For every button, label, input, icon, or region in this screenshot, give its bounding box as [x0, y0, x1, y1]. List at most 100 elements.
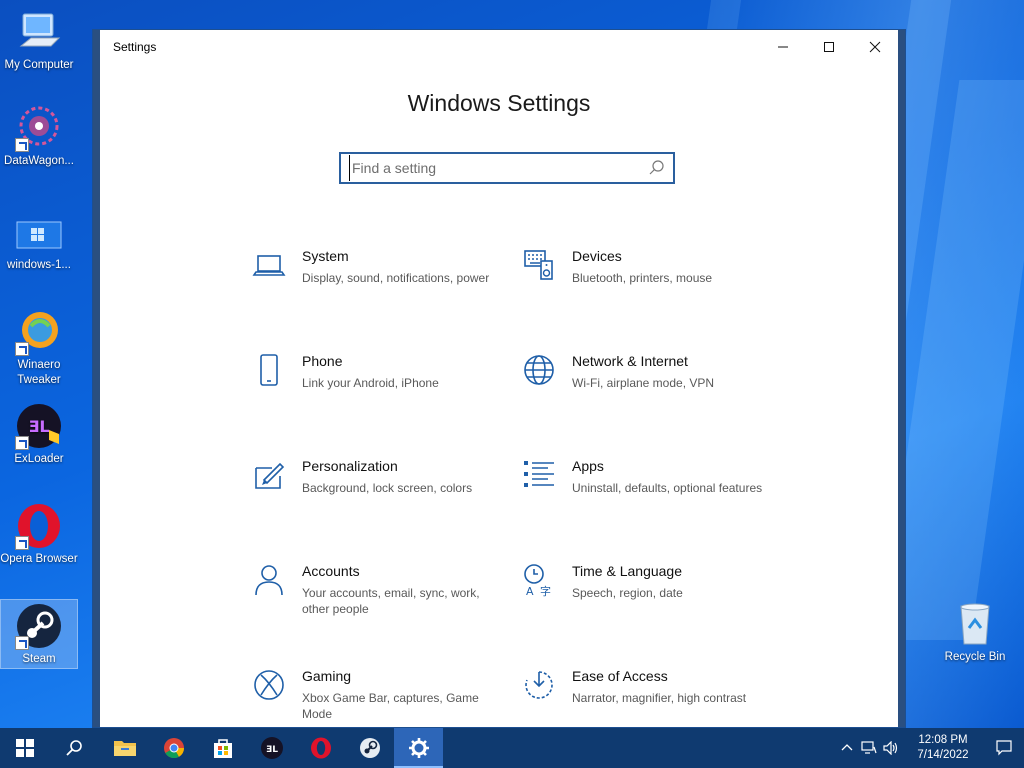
exloader-icon: ƎL — [15, 402, 63, 450]
window-title: Settings — [113, 40, 157, 54]
network-tray-button[interactable] — [858, 728, 880, 768]
start-button[interactable] — [0, 728, 49, 768]
tile-description: Narrator, magnifier, high contrast — [572, 691, 747, 705]
taskbar: ƎL 12:08 PM 7/14/2022 — [0, 728, 1024, 768]
time-language-icon: A 字 — [524, 564, 551, 597]
close-icon — [869, 41, 881, 53]
opera-icon — [15, 502, 63, 550]
steam-icon — [15, 602, 63, 650]
show-hidden-icons-button[interactable] — [836, 728, 858, 768]
desktop-icon-windows[interactable]: windows-1... — [0, 208, 78, 273]
desktop-icon-label: ExLoader — [14, 453, 64, 465]
tile-title: Accounts — [302, 563, 360, 579]
desktop-icon-exloader[interactable]: ƎL ExLoader — [0, 402, 78, 467]
keyboard-speaker-icon — [524, 250, 553, 280]
tile-system[interactable]: System Display, sound, notifications, po… — [252, 248, 502, 328]
maximize-icon — [824, 42, 834, 52]
windows-image-icon — [15, 208, 63, 256]
tile-description: Uninstall, defaults, optional features — [572, 481, 763, 495]
maximize-button[interactable] — [806, 30, 852, 64]
close-button[interactable] — [852, 30, 898, 64]
page-title: Windows Settings — [407, 90, 591, 116]
search-box[interactable] — [339, 152, 675, 184]
volume-tray-button[interactable] — [880, 728, 902, 768]
tile-title: Ease of Access — [572, 668, 668, 684]
svg-text:A: A — [526, 585, 534, 597]
settings-window-body: Settings Windows Settings Find a setting… — [100, 30, 898, 727]
minimize-button[interactable] — [760, 30, 806, 64]
tile-accounts[interactable]: Accounts Your accounts, email, sync, wor… — [252, 563, 502, 643]
person-icon — [255, 565, 283, 596]
tile-title: Phone — [302, 353, 343, 369]
taskbar-file-explorer[interactable] — [100, 728, 149, 768]
svg-text:字: 字 — [540, 584, 551, 597]
svg-text:ƎL: ƎL — [266, 745, 278, 755]
title-bar[interactable]: Settings — [100, 30, 898, 64]
system-tray: 12:08 PM 7/14/2022 — [836, 728, 1024, 768]
search-icon — [65, 740, 82, 756]
action-center-button[interactable] — [984, 728, 1024, 768]
apps-list-icon — [524, 461, 554, 487]
clock-time: 12:08 PM — [918, 734, 968, 746]
shortcut-arrow-icon — [15, 436, 29, 450]
tile-title: System — [302, 248, 349, 264]
datawagon-icon — [15, 104, 63, 152]
tile-title: Gaming — [302, 668, 352, 684]
tile-devices[interactable]: Devices Bluetooth, printers, mouse — [522, 248, 772, 328]
paint-icon — [255, 462, 285, 489]
exloader-icon: ƎL — [260, 737, 283, 759]
tile-personalization[interactable]: Personalization Background, lock screen,… — [252, 458, 502, 538]
ease-of-access-icon — [525, 671, 553, 699]
search-icon — [649, 160, 664, 175]
desktop-icon-datawagon[interactable]: DataWagon... — [0, 104, 78, 169]
tile-title: Time & Language — [572, 563, 682, 579]
search-taskbar-button[interactable] — [49, 728, 98, 768]
clock[interactable]: 12:08 PM 7/14/2022 — [908, 733, 978, 763]
tile-description: Display, sound, notifications, power — [302, 271, 490, 285]
steam-icon — [359, 738, 380, 758]
tile-description: Bluetooth, printers, mouse — [572, 271, 713, 285]
taskbar-store[interactable] — [198, 728, 247, 768]
tile-description: Your accounts, email, sync, work, other … — [302, 586, 480, 616]
tile-time-language[interactable]: A 字 Time & Language Speech, region, date — [522, 563, 772, 643]
settings-window: Settings Windows Settings Find a setting… — [92, 29, 906, 728]
xbox-icon — [254, 670, 284, 700]
speaker-icon — [883, 741, 898, 755]
desktop-icon-opera[interactable]: Opera Browser — [0, 502, 78, 567]
chrome-icon — [163, 738, 184, 759]
clock-date: 7/14/2022 — [917, 749, 969, 761]
desktop-icon-recycle-bin[interactable]: Recycle Bin — [936, 600, 1014, 665]
chevron-up-icon — [841, 744, 853, 751]
shortcut-arrow-icon — [15, 636, 29, 650]
tile-description: Link your Android, iPhone — [302, 376, 439, 390]
network-icon — [861, 741, 877, 754]
tile-description: Wi-Fi, airplane mode, VPN — [572, 376, 715, 390]
winaero-icon — [15, 308, 63, 356]
store-bag-icon — [213, 739, 232, 758]
desktop-icon-steam[interactable]: Steam — [0, 599, 78, 669]
tile-description: Speech, region, date — [572, 586, 683, 600]
computer-icon — [15, 8, 63, 56]
gear-icon — [408, 738, 429, 758]
tile-title: Network & Internet — [572, 353, 688, 369]
search-input[interactable] — [349, 155, 645, 181]
tile-title: Personalization — [302, 458, 398, 474]
taskbar-settings[interactable] — [394, 728, 443, 768]
desktop-icon-winaero[interactable]: Winaero Tweaker — [0, 308, 78, 388]
tile-title: Devices — [572, 248, 622, 264]
taskbar-steam[interactable] — [345, 728, 394, 768]
desktop-icon-my-computer[interactable]: My Computer — [0, 8, 78, 73]
folder-icon — [113, 741, 136, 756]
desktop-icon-label: Steam — [22, 653, 56, 665]
taskbar-opera[interactable] — [296, 728, 345, 768]
desktop-icon-label: Recycle Bin — [944, 651, 1006, 663]
taskbar-exloader[interactable]: ƎL — [247, 728, 296, 768]
taskbar-chrome[interactable] — [149, 728, 198, 768]
globe-icon — [524, 355, 554, 385]
tile-network[interactable]: Network & Internet Wi-Fi, airplane mode,… — [522, 353, 772, 433]
desktop-icon-label: DataWagon... — [4, 155, 74, 167]
tile-phone[interactable]: Phone Link your Android, iPhone — [252, 353, 502, 433]
tile-description: Background, lock screen, colors — [302, 481, 473, 495]
shortcut-arrow-icon — [15, 342, 29, 356]
tile-apps[interactable]: Apps Uninstall, defaults, optional featu… — [522, 458, 772, 538]
